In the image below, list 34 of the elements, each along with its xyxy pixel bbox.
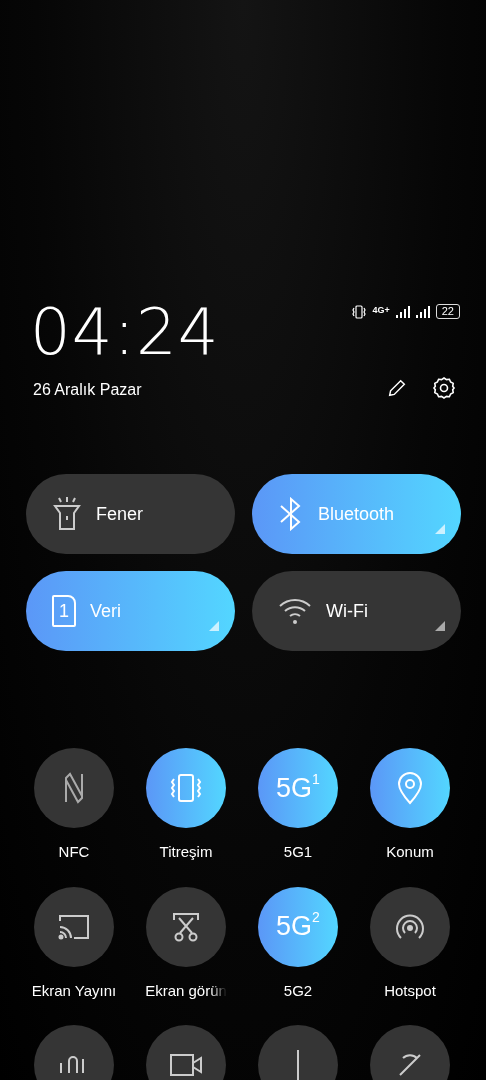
settings-icon[interactable]: [432, 376, 456, 400]
quick-toggle-button[interactable]: Bluetooth: [252, 474, 461, 554]
quick-toggle-button[interactable]: 1 Veri: [26, 571, 235, 651]
scissors-icon: [171, 911, 201, 942]
network-mode-text: 5G$^{1}$: [276, 774, 320, 802]
nfc-icon: [62, 772, 86, 804]
battery-indicator: 22: [435, 304, 460, 319]
tile-label: NFC: [58, 842, 90, 862]
video-camera-icon: [169, 1053, 203, 1077]
signal-icon: [395, 305, 410, 318]
quick-toggle-button[interactable]: Wi-Fi: [252, 571, 461, 651]
cast-icon: [57, 912, 91, 941]
sim-card-icon: 1: [52, 595, 76, 627]
vibrate-icon: [169, 773, 203, 803]
flashlight-icon: [52, 496, 82, 532]
quick-toggle-button[interactable]: 5G$^{2}$: [258, 886, 338, 967]
network-mode-text: 5G$^{2}$: [276, 913, 320, 940]
vibrate-icon: [352, 304, 367, 319]
tile-label: Ekran Yayını: [31, 980, 117, 1001]
tile-label: 5G1: [283, 842, 313, 862]
network-type-text: 4G+: [372, 304, 390, 317]
signal-icon: [415, 305, 430, 318]
tile-label: Ekran görün: [145, 980, 227, 1001]
tile-label: Konum: [386, 842, 434, 862]
clock-time: 04:24: [30, 300, 220, 364]
quick-toggle-button[interactable]: Fener: [26, 474, 235, 554]
wifi-icon: [278, 597, 312, 625]
tile-label: Hotspot: [384, 980, 436, 1001]
tile-label: 5G2: [283, 980, 313, 1001]
edit-icon[interactable]: [386, 377, 408, 399]
quick-toggle-button[interactable]: 5G$^{1}$: [258, 748, 338, 828]
date-text: 26 Aralık Pazar: [33, 380, 142, 400]
tile-label: Titreşim: [159, 842, 213, 862]
location-pin-icon: [397, 771, 423, 805]
